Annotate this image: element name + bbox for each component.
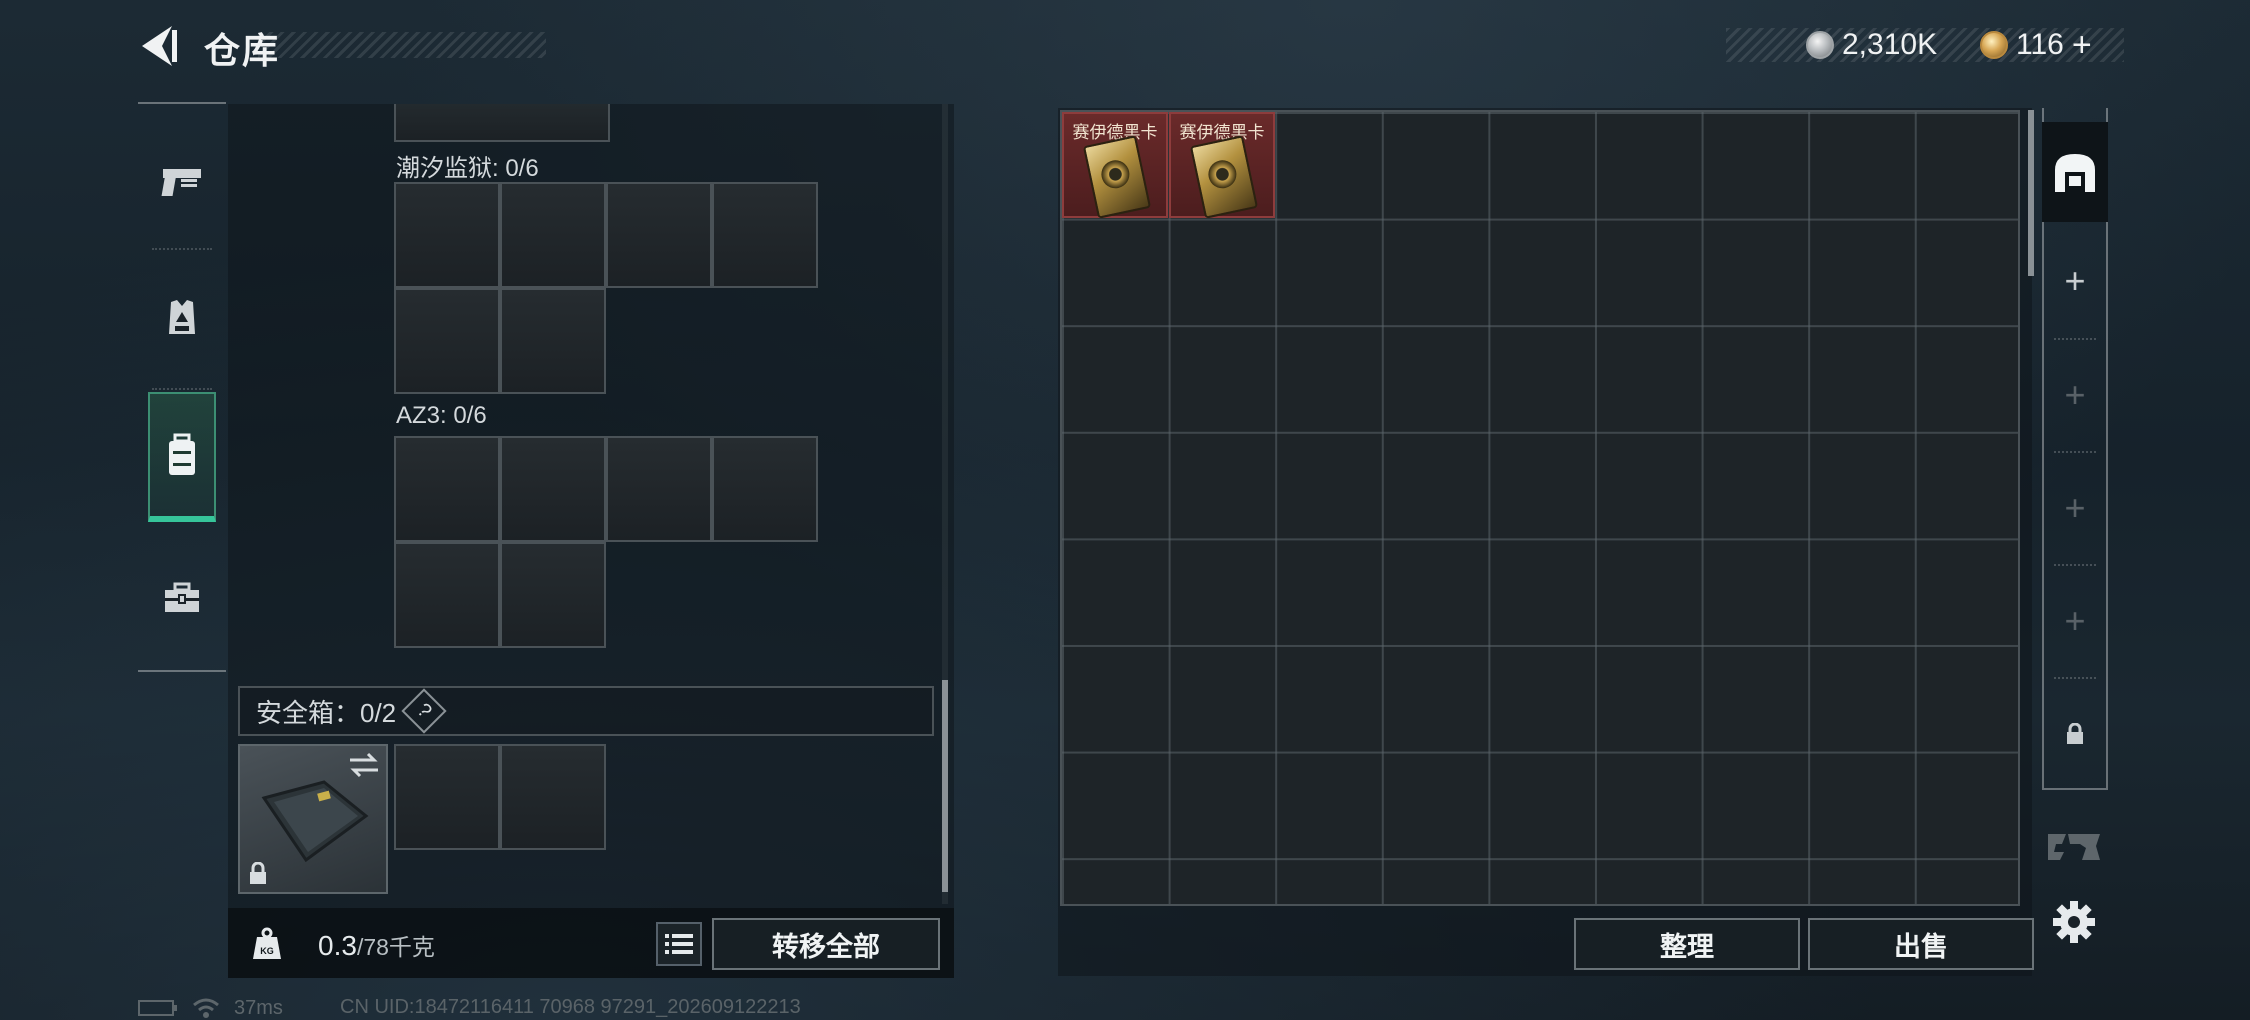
stash-tab-add[interactable]: + [2044, 225, 2106, 337]
sidebar-item-weapon[interactable] [138, 122, 226, 242]
weight-current: 0.3 [318, 930, 357, 961]
container-label-az3: AZ3: 0/6 [396, 402, 487, 429]
ping-text: 37ms [234, 996, 283, 1019]
uid-text: CN UID:18472116411 70968 97291_202609122… [340, 996, 801, 1018]
page-title: 仓库 [204, 30, 281, 71]
grid-slot[interactable] [606, 436, 712, 542]
sidebar-item-backpack[interactable] [148, 392, 216, 522]
grid-slot[interactable] [394, 182, 500, 288]
stash-tab-add[interactable]: + [2044, 565, 2106, 677]
weight-max: /78千克 [356, 934, 435, 960]
status-bar: 37ms [138, 996, 283, 1020]
backpack-icon [169, 433, 195, 475]
grid-slot[interactable] [500, 436, 606, 542]
svg-text:KG: KG [260, 946, 274, 956]
safebox-label: 安全箱：0/2 [256, 697, 397, 728]
currency-silver-value: 2,310K [1842, 28, 1938, 61]
stash-tab-add[interactable]: + [2044, 339, 2106, 451]
swap-icon[interactable] [348, 752, 380, 778]
grid-slot[interactable] [712, 436, 818, 542]
grid-slot[interactable] [606, 182, 712, 288]
weight-icon: KG [238, 918, 296, 970]
stash-item-card[interactable]: 赛伊德黑卡 [1169, 112, 1275, 219]
safebox-header: 安全箱：0/2 ? [238, 686, 934, 736]
currency-gold-value: 116 [2016, 28, 2064, 61]
container-grid-partial[interactable] [394, 104, 610, 142]
battery-icon [138, 1000, 177, 1016]
currency-gold[interactable]: 116 + [1980, 26, 2092, 65]
pistol-icon [161, 169, 201, 196]
currency-silver: 2,310K [1806, 28, 1937, 62]
sidebar-item-case[interactable] [138, 538, 226, 658]
grid-slot[interactable] [394, 744, 500, 850]
stash-tab-main[interactable] [2042, 122, 2108, 222]
grid-slot[interactable] [394, 436, 500, 542]
safebox-case-icon [261, 780, 369, 863]
vest-icon [169, 300, 195, 334]
grid-slot[interactable] [394, 288, 500, 394]
grid-slot[interactable] [394, 542, 500, 648]
gold-coin-icon [1980, 31, 2008, 59]
stash-scrollbar[interactable] [2028, 110, 2034, 276]
keycard-icon [1082, 135, 1152, 219]
game-logo-icon [2048, 834, 2100, 860]
category-sidebar [138, 102, 226, 672]
stash-icon [2055, 154, 2095, 192]
sell-button[interactable]: 出售 [1808, 918, 2034, 970]
stash-tab-locked[interactable] [2044, 678, 2106, 790]
add-currency-button[interactable]: + [2072, 26, 2092, 65]
safebox-grid[interactable] [394, 744, 610, 852]
grid-slot[interactable] [500, 542, 606, 648]
silver-coin-icon [1806, 31, 1834, 59]
back-button[interactable] [138, 24, 180, 68]
sidebar-divider [152, 388, 212, 390]
settings-button[interactable] [2052, 900, 2096, 944]
list-view-button[interactable] [656, 922, 702, 966]
grid-slot[interactable] [500, 744, 606, 850]
stash-tab-add[interactable]: + [2044, 452, 2106, 564]
container-grid-tide-prison[interactable] [394, 182, 822, 398]
transfer-all-button[interactable]: 转移全部 [712, 918, 940, 970]
gear-icon [2053, 901, 2095, 943]
title-decoration [258, 32, 546, 58]
sidebar-item-armor[interactable] [138, 258, 226, 378]
grid-slot[interactable] [712, 182, 818, 288]
list-icon [665, 934, 693, 954]
safebox-help-icon[interactable]: ? [401, 688, 447, 734]
safebox-item[interactable] [238, 744, 388, 894]
sidebar-divider [152, 248, 212, 250]
keycard-icon [1189, 135, 1259, 219]
container-label-tide-prison: 潮汐监狱: 0/6 [396, 155, 539, 182]
stash-item-card[interactable]: 赛伊德黑卡 [1062, 112, 1168, 219]
grid-slot[interactable] [500, 182, 606, 288]
container-grid-az3[interactable] [394, 436, 822, 652]
back-arrow-icon [142, 26, 177, 66]
loadout-scrollbar[interactable] [942, 680, 948, 892]
weight-display: 0.3/78千克 [318, 928, 435, 962]
lock-icon [2067, 723, 2083, 744]
lock-icon [250, 862, 266, 884]
grid-slot[interactable] [500, 288, 606, 394]
stash-grid[interactable] [1060, 110, 2020, 906]
briefcase-icon [165, 582, 199, 612]
wifi-icon [193, 998, 219, 1018]
sort-button[interactable]: 整理 [1574, 918, 1800, 970]
